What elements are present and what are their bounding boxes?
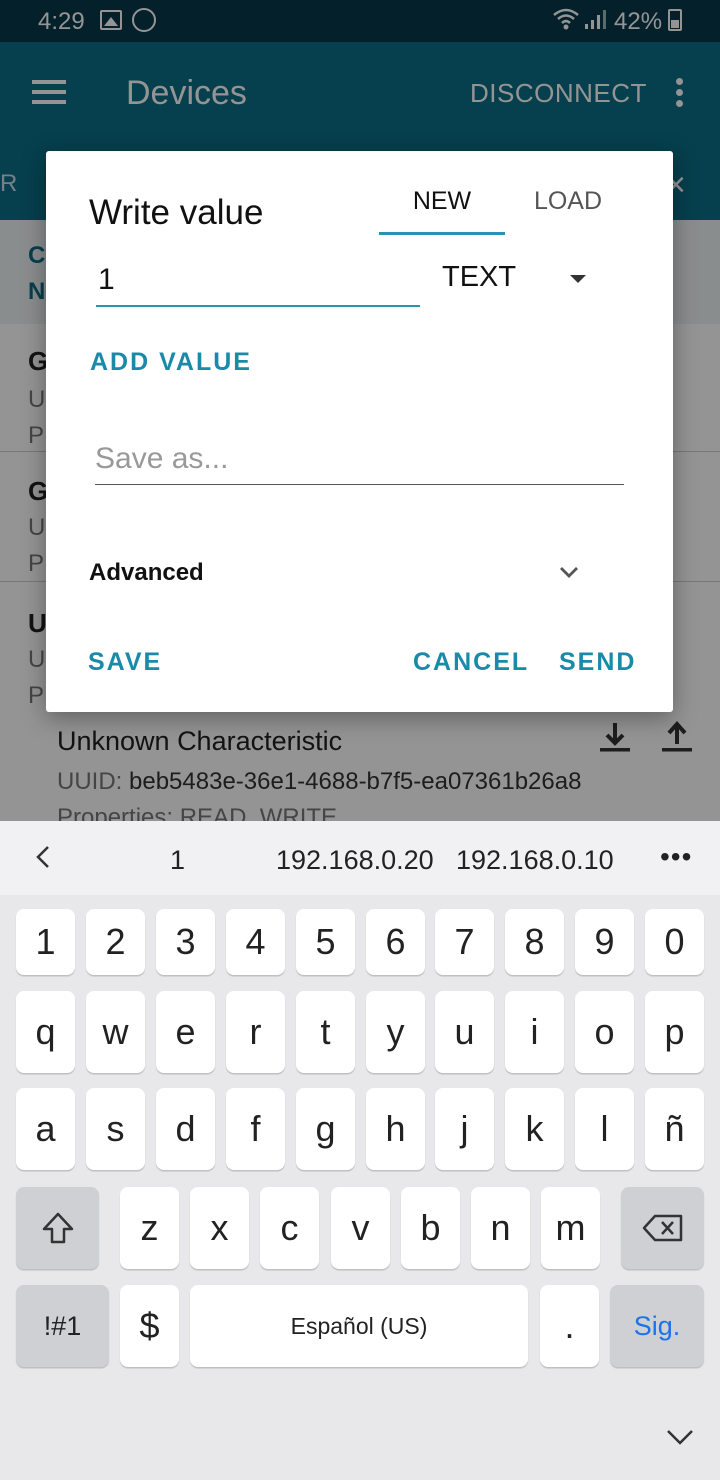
key[interactable]: 3 [156, 909, 215, 975]
dialog-title: Write value [89, 193, 264, 232]
tab-new[interactable]: NEW [379, 187, 505, 235]
advanced-section[interactable]: Advanced [89, 559, 204, 587]
chevron-down-icon[interactable] [558, 561, 580, 583]
key[interactable]: a [16, 1088, 75, 1170]
symbols-key[interactable]: !#1 [16, 1285, 109, 1367]
key[interactable]: z [120, 1187, 179, 1269]
type-select[interactable]: TEXT [442, 261, 516, 294]
save-button[interactable]: SAVE [88, 648, 162, 677]
tab-load[interactable]: LOAD [518, 187, 618, 235]
key[interactable]: n [471, 1187, 530, 1269]
key[interactable]: w [86, 991, 145, 1073]
key[interactable]: v [331, 1187, 390, 1269]
shift-icon [42, 1212, 73, 1244]
chevron-down-icon[interactable] [666, 1427, 694, 1447]
key[interactable]: 2 [86, 909, 145, 975]
shift-key[interactable] [16, 1187, 99, 1269]
key[interactable]: m [541, 1187, 600, 1269]
key[interactable]: y [366, 991, 425, 1073]
backspace-icon [642, 1214, 682, 1242]
key[interactable]: 1 [16, 909, 75, 975]
key[interactable]: q [16, 991, 75, 1073]
suggestion[interactable]: 1 [170, 845, 185, 876]
key[interactable]: b [401, 1187, 460, 1269]
key[interactable]: u [435, 991, 494, 1073]
key[interactable]: d [156, 1088, 215, 1170]
key[interactable]: g [296, 1088, 355, 1170]
suggestion-bar: 1 192.168.0.20 192.168.0.10 ••• [0, 821, 720, 895]
key[interactable]: x [190, 1187, 249, 1269]
next-key[interactable]: Sig. [610, 1285, 704, 1367]
send-button[interactable]: SEND [559, 648, 636, 677]
key[interactable]: s [86, 1088, 145, 1170]
key[interactable]: 5 [296, 909, 355, 975]
write-value-dialog: Write value NEW LOAD TEXT ADD VALUE Adva… [46, 151, 673, 712]
key[interactable]: r [226, 991, 285, 1073]
key[interactable]: o [575, 991, 634, 1073]
more-suggestions-icon[interactable]: ••• [660, 841, 692, 873]
key[interactable]: 0 [645, 909, 704, 975]
save-as-input[interactable] [95, 433, 624, 485]
keyboard: 1 192.168.0.20 192.168.0.10 ••• 1 2 3 4 … [0, 821, 720, 1480]
key[interactable]: k [505, 1088, 564, 1170]
cancel-button[interactable]: CANCEL [413, 648, 529, 677]
dropdown-arrow-icon[interactable] [570, 275, 586, 283]
period-key[interactable]: . [540, 1285, 599, 1367]
suggestion[interactable]: 192.168.0.10 [456, 845, 614, 876]
key[interactable]: ñ [645, 1088, 704, 1170]
dollar-key[interactable]: $ [120, 1285, 179, 1367]
key[interactable]: f [226, 1088, 285, 1170]
space-key[interactable]: Español (US) [190, 1285, 528, 1367]
key[interactable]: l [575, 1088, 634, 1170]
key[interactable]: 4 [226, 909, 285, 975]
key[interactable]: h [366, 1088, 425, 1170]
key[interactable]: e [156, 991, 215, 1073]
suggestion[interactable]: 192.168.0.20 [276, 845, 434, 876]
key[interactable]: 7 [435, 909, 494, 975]
key[interactable]: p [645, 991, 704, 1073]
key[interactable]: 8 [505, 909, 564, 975]
key[interactable]: j [435, 1088, 494, 1170]
backspace-key[interactable] [621, 1187, 704, 1269]
key[interactable]: t [296, 991, 355, 1073]
key[interactable]: c [260, 1187, 319, 1269]
key[interactable]: 9 [575, 909, 634, 975]
chevron-left-icon[interactable] [34, 845, 52, 869]
value-input[interactable] [96, 255, 420, 307]
key[interactable]: i [505, 991, 564, 1073]
key[interactable]: 6 [366, 909, 425, 975]
add-value-button[interactable]: ADD VALUE [90, 348, 252, 377]
